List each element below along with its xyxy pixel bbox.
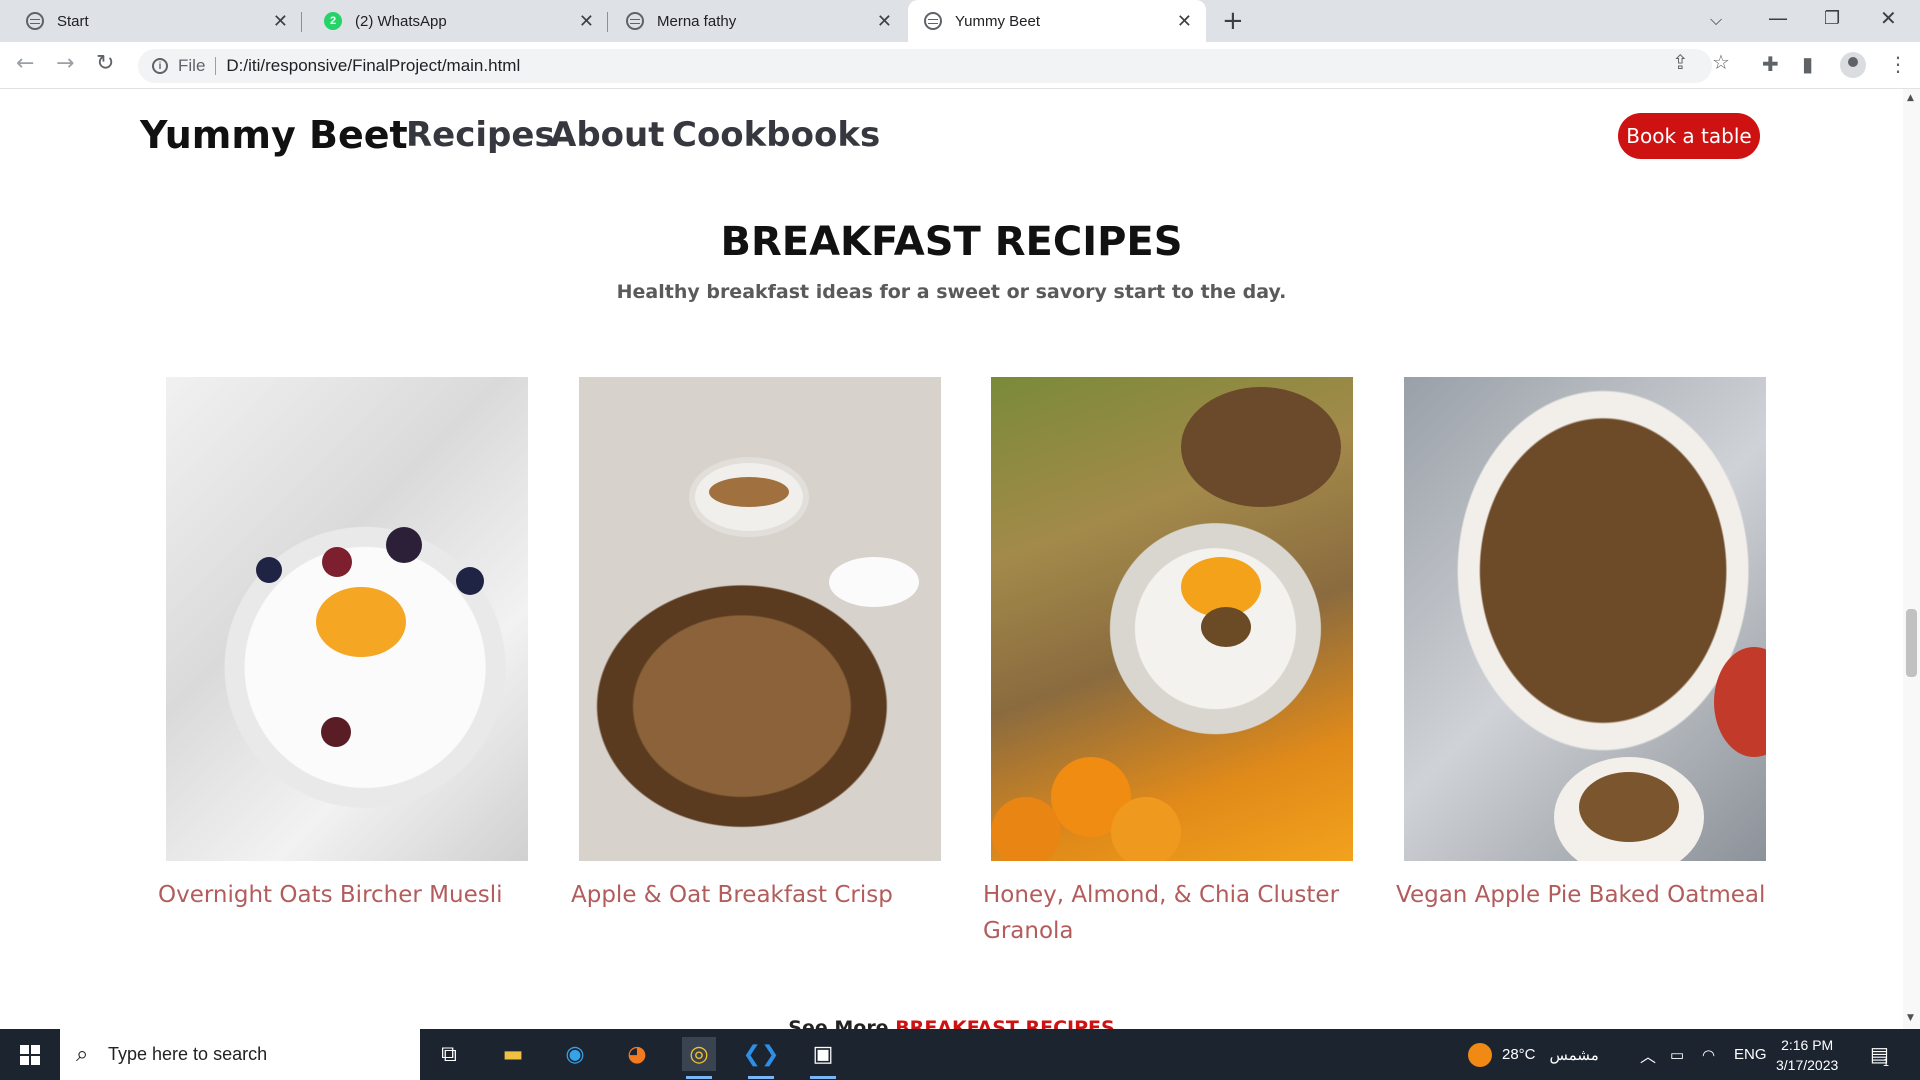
tab-title: Merna fathy bbox=[657, 12, 737, 30]
recipe-card: Overnight Oats Bircher Muesli bbox=[158, 377, 528, 908]
recipe-title-link[interactable]: Honey, Almond, & Chia Cluster Granola bbox=[983, 877, 1383, 949]
recipe-image-granola[interactable] bbox=[991, 377, 1353, 861]
info-icon[interactable]: i bbox=[152, 58, 168, 74]
scheme-label: File bbox=[178, 56, 206, 75]
minimize-icon[interactable]: — bbox=[1768, 6, 1788, 30]
see-more-label: See More bbox=[788, 1017, 889, 1029]
see-more-link[interactable]: BREAKFAST RECIPES bbox=[895, 1017, 1115, 1029]
restore-icon[interactable]: ❐ bbox=[1824, 8, 1840, 29]
globe-icon bbox=[924, 12, 942, 30]
taskbar-clock[interactable]: 2:16 PM 3/17/2023 bbox=[1776, 1035, 1838, 1075]
tab-merna-fathy[interactable]: Merna fathy ✕ bbox=[608, 0, 906, 42]
omnibox-divider bbox=[215, 57, 217, 75]
task-view-icon[interactable]: ⧉ bbox=[432, 1037, 466, 1071]
see-more-row: See More BREAKFAST RECIPES bbox=[0, 1017, 1903, 1029]
profile-avatar-icon[interactable] bbox=[1840, 52, 1866, 78]
menu-kebab-icon[interactable]: ⋮ bbox=[1888, 52, 1908, 76]
bookmark-star-icon[interactable]: ☆ bbox=[1712, 50, 1730, 74]
section-title: BREAKFAST RECIPES bbox=[720, 219, 1183, 265]
terminal-icon[interactable]: ▣ bbox=[806, 1037, 840, 1079]
recipe-card: Honey, Almond, & Chia Cluster Granola bbox=[983, 377, 1353, 944]
recipe-title-link[interactable]: Vegan Apple Pie Baked Oatmeal bbox=[1396, 877, 1796, 913]
scroll-up-arrow-icon[interactable]: ▲ bbox=[1907, 93, 1914, 103]
side-panel-icon[interactable]: ▮ bbox=[1802, 52, 1813, 76]
tab-search-chevron-icon[interactable]: ⌵ bbox=[1710, 10, 1722, 30]
search-icon: ⌕ bbox=[76, 1041, 89, 1066]
tab-title: Yummy Beet bbox=[955, 12, 1041, 30]
globe-icon bbox=[626, 12, 644, 30]
firefox-icon[interactable]: ◕ bbox=[620, 1037, 654, 1071]
close-tab-icon[interactable]: ✕ bbox=[877, 11, 892, 32]
recipe-image-baked-oatmeal[interactable] bbox=[1404, 377, 1766, 861]
scroll-down-arrow-icon[interactable]: ▼ bbox=[1907, 1013, 1914, 1023]
site-header: Yummy Beet Recipes About Cookbooks Book … bbox=[0, 89, 1903, 189]
recipe-image-apple-crisp[interactable] bbox=[579, 377, 941, 861]
windows-start-icon[interactable] bbox=[20, 1045, 40, 1065]
section-subtitle: Healthy breakfast ideas for a sweet or s… bbox=[616, 281, 1287, 303]
recipe-title-link[interactable]: Overnight Oats Bircher Muesli bbox=[158, 877, 558, 913]
edge-browser-icon[interactable]: ◉ bbox=[558, 1037, 592, 1071]
battery-icon[interactable]: ▭ bbox=[1670, 1029, 1684, 1080]
nav-link-about[interactable]: About bbox=[550, 115, 664, 155]
url-text[interactable]: D:/iti/responsive/FinalProject/main.html bbox=[226, 56, 520, 76]
recipe-image-oats[interactable] bbox=[166, 377, 528, 861]
windows-taskbar: ⌕ Type here to search ⧉ ▬ ◉ ◕ ◎ ❮❯ ▣ 28°… bbox=[0, 1029, 1920, 1080]
chrome-icon[interactable]: ◎ bbox=[682, 1037, 716, 1079]
tab-title: (2) WhatsApp bbox=[355, 12, 447, 30]
taskbar-search-box[interactable]: ⌕ Type here to search bbox=[60, 1029, 420, 1080]
wifi-icon[interactable]: ◠ bbox=[1702, 1029, 1715, 1080]
close-tab-icon[interactable]: ✕ bbox=[273, 11, 288, 32]
page-viewport: Yummy Beet Recipes About Cookbooks Book … bbox=[0, 89, 1903, 1029]
new-tab-icon[interactable]: + bbox=[1222, 6, 1244, 36]
extensions-puzzle-icon[interactable]: ✚ bbox=[1762, 52, 1779, 76]
site-logo[interactable]: Yummy Beet bbox=[140, 113, 408, 157]
forward-arrow-icon[interactable]: → bbox=[56, 51, 74, 76]
nav-link-cookbooks[interactable]: Cookbooks bbox=[672, 115, 880, 155]
browser-tab-strip: Start ✕ 2 (2) WhatsApp ✕ Merna fathy ✕ Y… bbox=[0, 0, 1920, 42]
close-window-icon[interactable]: ✕ bbox=[1880, 6, 1897, 30]
tab-whatsapp[interactable]: 2 (2) WhatsApp ✕ bbox=[302, 0, 608, 42]
reload-icon[interactable]: ↻ bbox=[96, 51, 114, 76]
clock-date: 3/17/2023 bbox=[1776, 1057, 1839, 1073]
book-table-button[interactable]: Book a table bbox=[1618, 113, 1760, 159]
scrollbar-thumb[interactable] bbox=[1906, 609, 1917, 677]
address-bar[interactable]: i File D:/iti/responsive/FinalProject/ma… bbox=[138, 49, 1712, 83]
vscode-icon[interactable]: ❮❯ bbox=[743, 1037, 779, 1079]
notification-count: 1 bbox=[1882, 1056, 1890, 1069]
page-scrollbar[interactable]: ▲ ▼ bbox=[1903, 89, 1920, 1029]
browser-toolbar: ← → ↻ i File D:/iti/responsive/FinalProj… bbox=[0, 42, 1920, 89]
tray-overflow-chevron-icon[interactable]: ︿ bbox=[1640, 1029, 1656, 1080]
file-explorer-icon[interactable]: ▬ bbox=[496, 1037, 530, 1071]
language-indicator[interactable]: ENG bbox=[1734, 1029, 1767, 1080]
recipe-title-link[interactable]: Apple & Oat Breakfast Crisp bbox=[571, 877, 971, 913]
globe-icon bbox=[26, 12, 44, 30]
whatsapp-icon: 2 bbox=[324, 12, 342, 30]
weather-temperature: 28°C bbox=[1502, 1046, 1536, 1063]
nav-link-recipes[interactable]: Recipes bbox=[406, 115, 555, 155]
tab-start[interactable]: Start ✕ bbox=[0, 0, 302, 42]
tab-yummy-beet[interactable]: Yummy Beet ✕ bbox=[908, 0, 1206, 42]
search-placeholder: Type here to search bbox=[108, 1044, 268, 1064]
recipe-card: Apple & Oat Breakfast Crisp bbox=[571, 377, 941, 908]
close-tab-icon[interactable]: ✕ bbox=[1177, 11, 1192, 32]
clock-time: 2:16 PM bbox=[1781, 1037, 1834, 1053]
recipe-card: Vegan Apple Pie Baked Oatmeal bbox=[1396, 377, 1766, 908]
weather-sun-icon bbox=[1468, 1042, 1492, 1067]
tab-title: Start bbox=[57, 12, 89, 30]
share-icon[interactable]: ⇪ bbox=[1672, 50, 1689, 74]
close-tab-icon[interactable]: ✕ bbox=[579, 11, 594, 32]
weather-condition: مشمس bbox=[1549, 1046, 1599, 1064]
weather-widget[interactable]: 28°C مشمس bbox=[1468, 1029, 1599, 1080]
notification-center-icon[interactable]: ▤ 1 bbox=[1870, 1029, 1889, 1080]
back-arrow-icon[interactable]: ← bbox=[16, 51, 34, 76]
